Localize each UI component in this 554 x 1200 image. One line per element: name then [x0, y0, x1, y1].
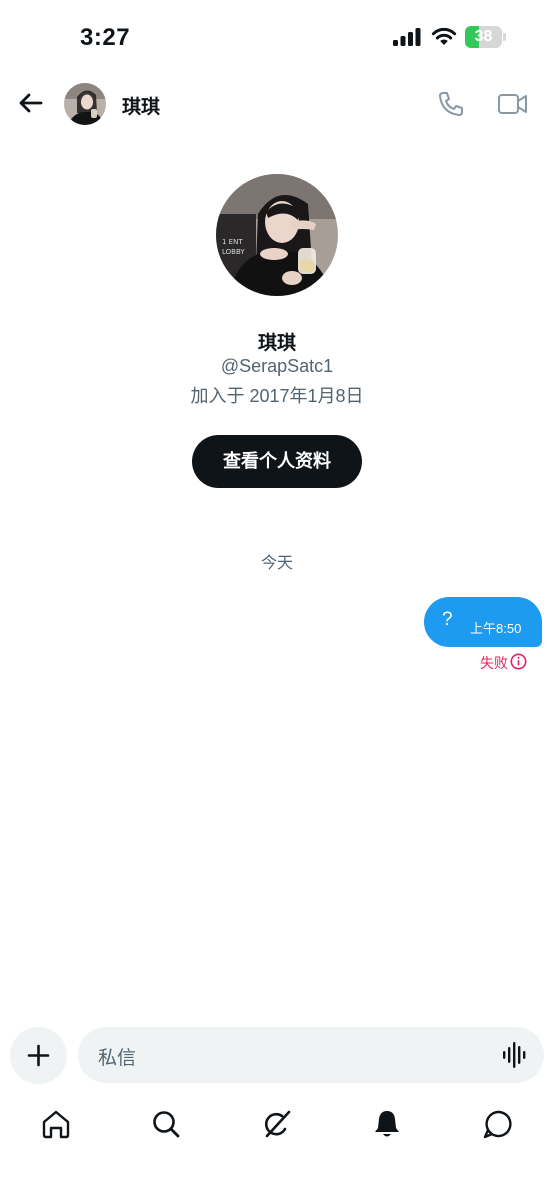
status-time: 3:27 [80, 24, 131, 51]
profile-avatar[interactable]: 1 ENT LOBBY [216, 174, 338, 296]
header-avatar[interactable] [64, 83, 106, 125]
search-icon [153, 1111, 180, 1138]
arrow-left-icon[interactable] [16, 88, 46, 118]
nav-home[interactable] [40, 1108, 72, 1140]
notifications-bell-icon [375, 1111, 399, 1137]
date-divider: 今天 [260, 555, 293, 572]
profile-handle: @SerapSatc1 [220, 356, 334, 376]
video-camera-icon[interactable] [497, 90, 529, 118]
nav-notifications[interactable] [371, 1108, 403, 1140]
cellular-signal-icon [393, 28, 421, 46]
failed-label: 失败 [480, 655, 508, 671]
nav-messages[interactable] [482, 1108, 514, 1140]
status-bar: 3:27 38 [0, 0, 554, 70]
message-input-placeholder: 私信 [98, 1048, 137, 1069]
view-profile-button[interactable]: 查看个人资料 [192, 435, 362, 488]
bottom-navigation [0, 1100, 554, 1152]
home-icon [42, 1110, 70, 1139]
error-info-icon[interactable] [510, 653, 527, 670]
contact-name[interactable]: 琪琪 [122, 92, 160, 119]
message-text: ? [442, 609, 453, 630]
profile-name: 琪琪 [257, 333, 296, 354]
svg-text:LOBBY: LOBBY [222, 248, 245, 256]
conversation-header: 琪琪 [0, 72, 554, 136]
nav-grok[interactable] [261, 1108, 293, 1140]
battery-percent: 38 [474, 28, 493, 45]
wifi-icon [431, 27, 457, 45]
grok-icon [264, 1110, 291, 1138]
nav-search[interactable] [150, 1108, 182, 1140]
voice-waveform-icon[interactable] [502, 1041, 528, 1069]
plus-icon [27, 1044, 50, 1067]
add-attachment-button[interactable] [10, 1027, 67, 1084]
message-time: 上午8:50 [470, 621, 522, 636]
phone-icon[interactable] [436, 89, 466, 119]
profile-joined-date: 加入于 2017年1月8日 [190, 386, 364, 406]
battery-indicator: 38 [465, 26, 507, 48]
message-bubble[interactable]: ? 上午8:50 [424, 597, 542, 647]
svg-text:1 ENT: 1 ENT [222, 238, 243, 246]
messages-icon [483, 1110, 512, 1139]
message-input[interactable]: 私信 [78, 1027, 544, 1083]
